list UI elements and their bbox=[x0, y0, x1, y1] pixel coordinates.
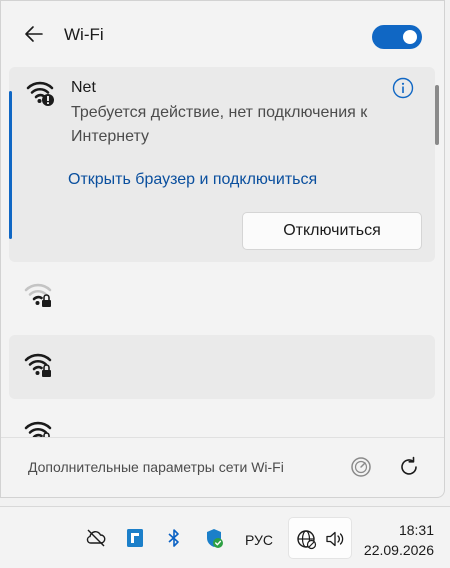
flyout-header: Wi-Fi bbox=[1, 1, 444, 67]
wifi-full-secured-icon bbox=[24, 353, 52, 377]
taskbar: РУС 18:31 22.09.2026 bbox=[0, 506, 450, 568]
globe-no-internet-icon bbox=[297, 530, 317, 550]
clock-time: 18:31 bbox=[398, 522, 434, 538]
active-network-card[interactable]: Net Требуется действие, нет подключения … bbox=[9, 67, 435, 262]
network-item[interactable] bbox=[9, 335, 435, 399]
disconnect-button[interactable]: Отключиться bbox=[242, 212, 422, 250]
wifi-full-secured-icon bbox=[24, 421, 52, 437]
open-browser-link[interactable]: Открыть браузер и подключиться bbox=[68, 171, 317, 189]
flyout-footer: Дополнительные параметры сети Wi-Fi bbox=[1, 438, 444, 497]
network-status: Требуется действие, нет подключения к Ин… bbox=[71, 104, 368, 145]
windows-security-icon[interactable] bbox=[203, 527, 225, 549]
network-item[interactable] bbox=[9, 265, 435, 329]
cloud-offline-icon[interactable] bbox=[85, 527, 107, 549]
notes-app-icon[interactable] bbox=[124, 527, 146, 549]
clock-date: 22.09.2026 bbox=[363, 542, 434, 558]
network-list: Net Требуется действие, нет подключения … bbox=[1, 67, 444, 437]
network-speed-icon[interactable] bbox=[349, 455, 373, 479]
input-language-indicator[interactable]: РУС bbox=[245, 532, 273, 548]
refresh-icon[interactable] bbox=[397, 455, 421, 479]
wifi-weak-secured-icon bbox=[24, 283, 52, 307]
network-name: Net bbox=[71, 79, 96, 96]
taskbar-clock[interactable]: 18:31 22.09.2026 bbox=[364, 520, 434, 560]
page-title: Wi-Fi bbox=[64, 25, 104, 44]
more-wifi-settings-link[interactable]: Дополнительные параметры сети Wi-Fi bbox=[28, 459, 284, 475]
wifi-flyout: Wi-Fi Net Требуется действие, нет подклю… bbox=[0, 0, 445, 498]
wifi-toggle[interactable] bbox=[372, 25, 422, 49]
info-icon[interactable] bbox=[392, 77, 414, 99]
volume-icon bbox=[326, 531, 344, 547]
selected-indicator bbox=[9, 91, 12, 239]
list-scrollbar[interactable] bbox=[435, 85, 439, 145]
network-item[interactable] bbox=[9, 407, 435, 437]
back-arrow-icon[interactable] bbox=[23, 23, 45, 45]
wifi-warning-icon bbox=[26, 81, 54, 106]
quick-settings-button[interactable] bbox=[288, 517, 352, 559]
bluetooth-icon[interactable] bbox=[163, 527, 185, 549]
toggle-knob bbox=[403, 30, 417, 44]
